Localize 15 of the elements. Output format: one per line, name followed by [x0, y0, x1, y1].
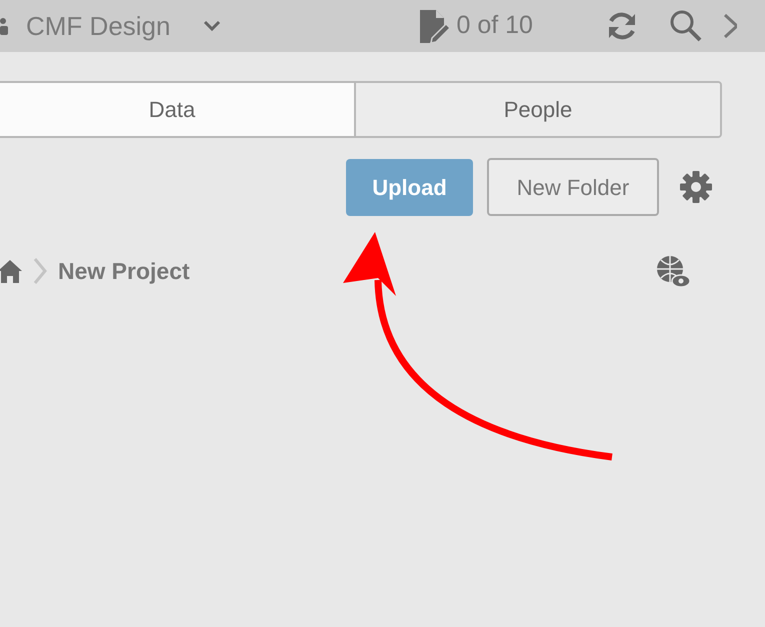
- breadcrumb-current[interactable]: New Project: [58, 254, 190, 288]
- chevron-right-icon: [32, 256, 48, 286]
- upload-button[interactable]: Upload: [346, 158, 473, 216]
- home-icon[interactable]: [0, 258, 22, 284]
- globe-eye-icon[interactable]: [654, 254, 691, 288]
- search-icon[interactable]: [668, 9, 703, 43]
- tab[interactable]: Data: [0, 83, 354, 136]
- settings-icon[interactable]: [679, 170, 713, 204]
- chevron-down-icon[interactable]: [202, 19, 222, 33]
- project-name[interactable]: CMF Design: [26, 6, 170, 46]
- edit-count: 0 of 10: [456, 10, 533, 42]
- person-icon: [0, 16, 10, 36]
- new-folder-button[interactable]: New Folder: [487, 158, 659, 216]
- tab[interactable]: People: [354, 83, 720, 136]
- chevron-right-icon[interactable]: [722, 12, 737, 40]
